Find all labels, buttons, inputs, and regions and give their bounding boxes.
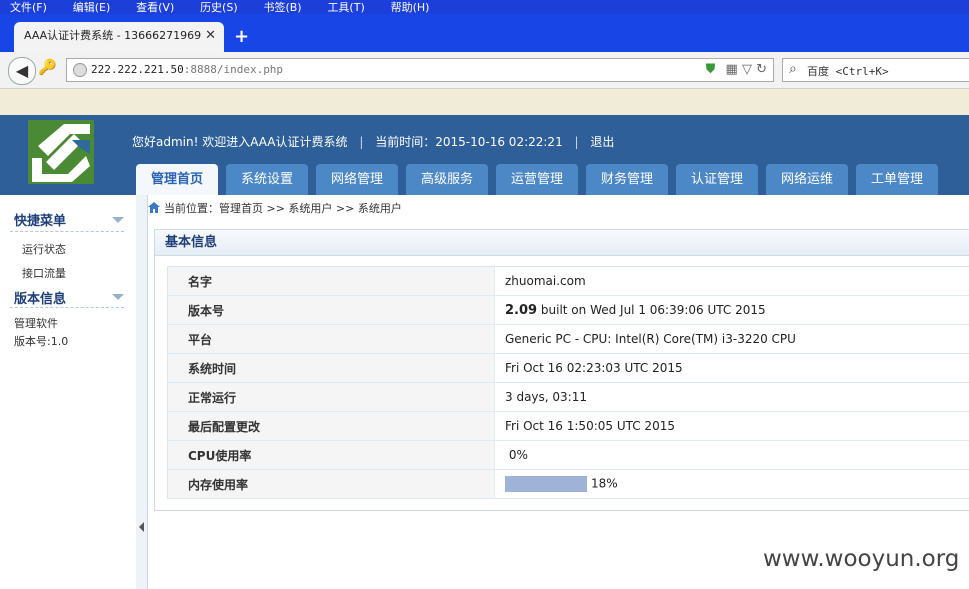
reload-icon[interactable]: ↻ [756, 62, 767, 77]
table-row: 正常运行 3 days, 03:11 [167, 382, 969, 412]
nav-network-ops[interactable]: 网络运维 [766, 164, 848, 195]
home-icon [148, 202, 160, 213]
current-time: 2015-10-16 02:22:21 [435, 135, 563, 149]
browser-tabstrip: AAA认证计费系统 - 13666271969 ✕ + [0, 14, 969, 52]
info-table: 名字 zhuomai.com 版本号 2.09 built on Wed Jul… [167, 266, 969, 499]
row-value: Fri Oct 16 1:50:05 UTC 2015 [494, 411, 969, 441]
collapse-left-icon[interactable] [139, 522, 144, 532]
dropdown-arrow-icon[interactable]: ▽ [742, 62, 752, 77]
version-software-label: 管理软件 [14, 317, 58, 330]
row-key: 最后配置更改 [167, 411, 495, 441]
sidebar-splitter[interactable] [136, 195, 148, 589]
nav-system-settings[interactable]: 系统设置 [226, 164, 308, 195]
menu-bookmarks[interactable]: 书签(B) [263, 2, 301, 13]
menu-view[interactable]: 查看(V) [136, 2, 174, 13]
new-tab-icon[interactable]: + [234, 26, 249, 47]
welcome-bar: 您好admin! 欢迎进入AAA认证计费系统 | 当前时间：2015-10-16… [132, 133, 614, 150]
url-text: 222.222.221.50:8888/index.php [91, 63, 283, 76]
search-placeholder: 百度 <Ctrl+K> [807, 65, 889, 78]
key-icon[interactable]: 🔑 [38, 58, 57, 76]
sidebar-item-interface-traffic[interactable]: 接口流量 [22, 265, 66, 281]
table-row: 最后配置更改 Fri Oct 16 1:50:05 UTC 2015 [167, 411, 969, 441]
row-value: zhuomai.com [494, 266, 969, 296]
version-build: built on Wed Jul 1 06:39:06 UTC 2015 [537, 302, 766, 317]
address-bar-icons: ⛊ ▦ ▽ ↻ [706, 62, 767, 77]
row-key: 正常运行 [167, 382, 495, 412]
table-row: 版本号 2.09 built on Wed Jul 1 06:39:06 UTC… [167, 295, 969, 325]
table-row: 名字 zhuomai.com [167, 266, 969, 296]
row-key: 系统时间 [167, 353, 495, 383]
logout-link[interactable]: 退出 [590, 135, 614, 149]
row-key: 版本号 [167, 295, 495, 325]
nav-operations[interactable]: 运营管理 [496, 164, 578, 195]
watermark: www.wooyun.org [763, 546, 960, 572]
version-number: 版本号:1.0 [14, 335, 69, 348]
table-row: 平台 Generic PC - CPU: Intel(R) Core(TM) i… [167, 324, 969, 354]
table-row: 内存使用率 18% [167, 469, 969, 499]
main-nav: 管理首页 系统设置 网络管理 高级服务 运营管理 财务管理 认证管理 网络运维 … [136, 164, 946, 195]
memory-usage: 18% [591, 476, 618, 491]
row-value: Generic PC - CPU: Intel(R) Core(TM) i3-3… [494, 324, 969, 354]
collapse-arrow-icon[interactable] [112, 294, 124, 300]
nav-advanced-services[interactable]: 高级服务 [406, 164, 488, 195]
divider [10, 231, 124, 232]
table-row: CPU使用率 0% [167, 440, 969, 470]
menu-tools[interactable]: 工具(T) [327, 2, 364, 13]
close-tab-icon[interactable]: ✕ [205, 22, 216, 50]
row-value: 18% [494, 469, 969, 499]
collapse-arrow-icon[interactable] [112, 217, 124, 223]
nav-home[interactable]: 管理首页 [136, 164, 218, 195]
breadcrumb: 当前位置：管理首页 >> 系统用户 >> 系统用户 [148, 200, 402, 216]
menu-edit[interactable]: 编辑(E) [73, 2, 111, 13]
nav-finance[interactable]: 财务管理 [586, 164, 668, 195]
memory-usage-bar [505, 476, 587, 492]
row-value: 2.09 built on Wed Jul 1 06:39:06 UTC 201… [494, 295, 969, 325]
sidebar-quick-title[interactable]: 快捷菜单 [14, 210, 66, 229]
logo-icon [28, 120, 94, 184]
search-icon: ⌕ [789, 61, 797, 77]
menu-history[interactable]: 历史(S) [200, 2, 238, 13]
url-host: 222.222.221.50 [91, 63, 184, 76]
row-key: 内存使用率 [167, 469, 495, 499]
divider: | [574, 135, 579, 149]
logo-mark [28, 120, 94, 184]
menu-help[interactable]: 帮助(H) [391, 2, 430, 13]
url-path: :8888/index.php [183, 63, 284, 76]
row-key: 平台 [167, 324, 495, 354]
row-value: Fri Oct 16 02:23:03 UTC 2015 [494, 353, 969, 383]
welcome-text: 您好admin! 欢迎进入AAA认证计费系统 [132, 135, 348, 149]
row-key: CPU使用率 [167, 440, 495, 470]
basic-info-panel: 基本信息 名字 zhuomai.com 版本号 2.09 built on We… [154, 229, 969, 511]
browser-tab[interactable]: AAA认证计费系统 - 13666271969 ✕ [14, 22, 224, 52]
version-number-bold: 2.09 [505, 302, 538, 318]
shield-icon[interactable]: ⛊ [706, 62, 716, 77]
search-box[interactable]: ⌕ 百度 <Ctrl+K> [782, 58, 969, 82]
back-arrow-icon[interactable]: ◀ [8, 57, 36, 85]
browser-menubar: 文件(F) 编辑(E) 查看(V) 历史(S) 书签(B) 工具(T) 帮助(H… [0, 0, 969, 14]
row-value: 0% [494, 440, 969, 470]
panel-title: 基本信息 [155, 230, 969, 256]
table-row: 系统时间 Fri Oct 16 02:23:03 UTC 2015 [167, 353, 969, 383]
cpu-usage: 0% [508, 448, 528, 462]
row-key: 名字 [167, 266, 495, 296]
address-bar[interactable]: 222.222.221.50:8888/index.php ⛊ ▦ ▽ ↻ [66, 58, 774, 82]
nav-tickets[interactable]: 工单管理 [856, 164, 938, 195]
breadcrumb-text: 当前位置：管理首页 >> 系统用户 >> 系统用户 [164, 202, 402, 215]
globe-icon [73, 63, 87, 77]
tab-title: AAA认证计费系统 - 13666271969 [24, 29, 202, 42]
sidebar-version-title[interactable]: 版本信息 [14, 288, 66, 307]
sidebar: 快捷菜单 运行状态 接口流量 版本信息 管理软件 版本号:1.0 [0, 195, 137, 589]
divider: | [359, 135, 364, 149]
sidebar-item-run-status[interactable]: 运行状态 [22, 241, 66, 257]
toolbar-spacer [0, 89, 969, 115]
menu-file[interactable]: 文件(F) [10, 2, 47, 13]
qr-code-icon[interactable]: ▦ [726, 62, 738, 77]
nav-network-management[interactable]: 网络管理 [316, 164, 398, 195]
divider [10, 307, 124, 308]
nav-authentication[interactable]: 认证管理 [676, 164, 758, 195]
time-label: 当前时间： [375, 135, 436, 149]
row-value: 3 days, 03:11 [494, 382, 969, 412]
